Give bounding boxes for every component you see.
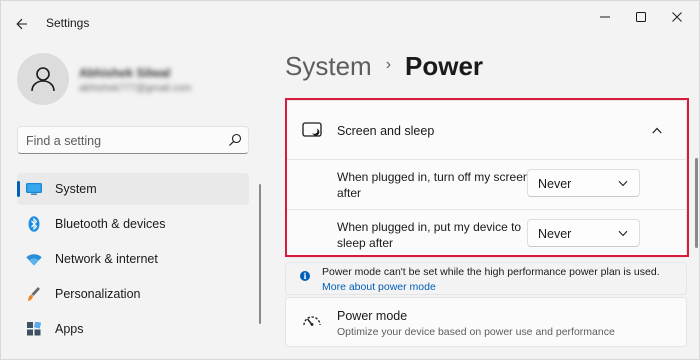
minimize-button[interactable] [587,5,623,29]
sidebar-item-network[interactable]: Network & internet [17,243,249,275]
wifi-icon [26,251,42,267]
main-scrollbar[interactable] [695,158,698,248]
profile-email: abhishek777@gmail.com [79,83,192,94]
bluetooth-icon [26,216,42,232]
sidebar-item-label: Personalization [55,287,141,301]
page-title: Power [405,51,484,81]
sidebar-item-bluetooth[interactable]: Bluetooth & devices [17,208,249,240]
maximize-button[interactable] [623,5,659,29]
sidebar-item-label: Network & internet [55,252,158,266]
sidebar-item-apps[interactable]: Apps [17,313,249,345]
apps-icon [26,321,42,337]
brush-icon [26,286,42,302]
gauge-icon [303,316,321,326]
collapse-button[interactable] [648,123,666,137]
breadcrumb-separator: › [385,55,392,73]
breadcrumb-parent[interactable]: System [285,51,372,82]
power-mode-card[interactable]: Power mode Optimize your device based on… [285,297,687,347]
screen-and-sleep-card: Screen and sleep When plugged in, turn o… [285,100,687,258]
close-button[interactable] [659,5,695,29]
back-button[interactable] [11,13,33,35]
sidebar-item-label: System [55,182,97,196]
screen-off-row: When plugged in, turn off my screen afte… [286,159,686,209]
screen-and-sleep-title: Screen and sleep [337,124,435,138]
info-bar: i Power mode can't be set while the high… [285,262,687,295]
chevron-down-icon [618,180,628,187]
minimize-icon [600,16,610,18]
sleep-row: When plugged in, put my device to sleep … [286,209,686,259]
dropdown-value: Never [538,227,572,241]
sidebar-item-personalization[interactable]: Personalization [17,278,249,310]
profile-name: Abhishek Silwal [79,66,171,80]
info-icon: i [300,271,310,281]
sidebar-item-label: Apps [55,322,84,336]
sidebar-item-system[interactable]: System [17,173,249,205]
back-arrow-icon [16,18,27,30]
screen-sleep-icon [302,122,322,137]
title-bar: Settings [1,1,700,45]
chevron-down-icon [618,230,628,237]
search-box [17,126,249,154]
power-mode-title: Power mode [337,309,408,323]
search-icon[interactable] [228,133,242,147]
screen-and-sleep-header[interactable]: Screen and sleep [286,101,686,159]
sleep-label: When plugged in, put my device to sleep … [337,220,522,250]
sidebar-item-label: Bluetooth & devices [55,217,166,231]
chevron-up-icon [652,127,662,133]
screen-off-label: When plugged in, turn off my screen afte… [337,170,530,200]
power-mode-link[interactable]: More about power mode [322,281,436,293]
sleep-dropdown[interactable]: Never [527,219,640,247]
dropdown-value: Never [538,177,572,191]
sidebar-scrollbar[interactable] [259,184,261,324]
power-mode-description: Optimize your device based on power use … [337,326,615,338]
maximize-icon [636,12,646,22]
person-icon [31,67,55,92]
monitor-icon [26,181,42,197]
search-input[interactable] [26,132,216,150]
screen-off-dropdown[interactable]: Never [527,169,640,197]
settings-window: Settings Abhishek Silwal abhishek777@gma… [0,0,700,360]
sidebar-nav: System Bluetooth & devices Network & int… [17,173,249,348]
info-text: Power mode can't be set while the high p… [322,266,660,278]
app-title: Settings [46,16,90,30]
breadcrumb: System › Power [285,51,483,82]
avatar[interactable] [17,53,69,105]
close-icon [672,12,682,22]
